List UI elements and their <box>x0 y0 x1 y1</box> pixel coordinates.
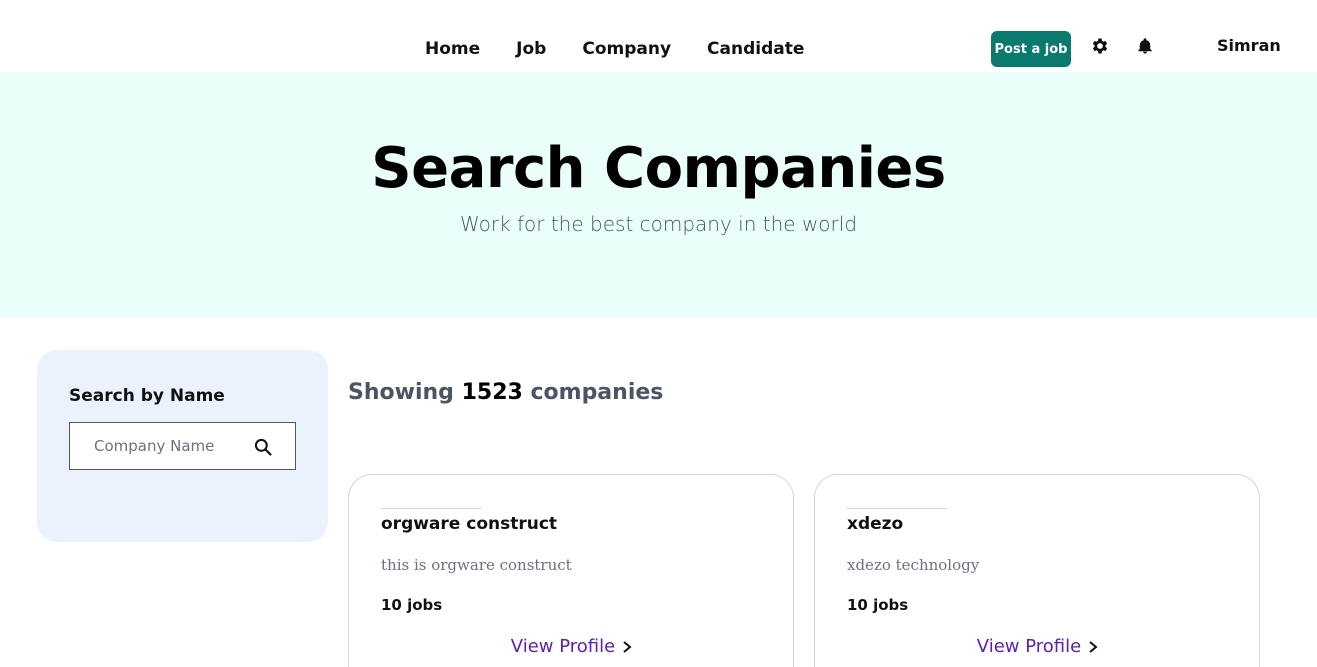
nav-link-candidate[interactable]: Candidate <box>707 38 804 60</box>
nav-links: Home Job Company Candidate <box>425 38 840 60</box>
hero-banner: Search Companies Work for the best compa… <box>0 72 1317 318</box>
company-card: orgware construct this is orgware constr… <box>348 474 794 667</box>
gear-icon[interactable] <box>1089 35 1111 57</box>
company-description: xdezo technology <box>847 556 980 574</box>
nav-link-home[interactable]: Home <box>425 38 480 60</box>
card-divider <box>847 508 947 509</box>
card-divider <box>381 508 481 509</box>
search-by-name-label: Search by Name <box>69 386 225 406</box>
chevron-right-icon <box>623 640 632 653</box>
company-name-input[interactable] <box>94 437 264 455</box>
filter-sidebar: Search by Name <box>37 350 328 542</box>
company-job-count: 10 jobs <box>381 596 443 614</box>
company-description: this is orgware construct <box>381 556 572 574</box>
company-card: xdezo xdezo technology 10 jobs View Prof… <box>814 474 1260 667</box>
top-navbar: Home Job Company Candidate Post a job Si… <box>0 0 1317 72</box>
search-icon[interactable] <box>253 437 273 457</box>
company-name: xdezo <box>847 514 904 534</box>
chevron-right-icon <box>1089 640 1098 653</box>
bell-icon[interactable] <box>1134 35 1156 57</box>
page-subtitle: Work for the best company in the world <box>459 212 858 236</box>
company-job-count: 10 jobs <box>847 596 909 614</box>
view-profile-label: View Profile <box>510 636 616 657</box>
page-title: Search Companies <box>371 136 946 201</box>
company-name: orgware construct <box>381 514 558 534</box>
company-search-box <box>69 422 296 470</box>
results-count-heading: Showing 1523 companies <box>348 380 663 405</box>
view-profile-link[interactable]: View Profile <box>815 636 1261 657</box>
user-name[interactable]: Simran <box>1217 36 1281 55</box>
results-suffix: companies <box>530 380 664 405</box>
view-profile-link[interactable]: View Profile <box>349 636 795 657</box>
view-profile-label: View Profile <box>976 636 1082 657</box>
post-job-button[interactable]: Post a job <box>991 31 1071 67</box>
nav-link-job[interactable]: Job <box>516 38 546 60</box>
nav-link-company[interactable]: Company <box>582 38 671 60</box>
results-prefix: Showing <box>348 380 454 405</box>
results-count: 1523 <box>461 380 523 405</box>
